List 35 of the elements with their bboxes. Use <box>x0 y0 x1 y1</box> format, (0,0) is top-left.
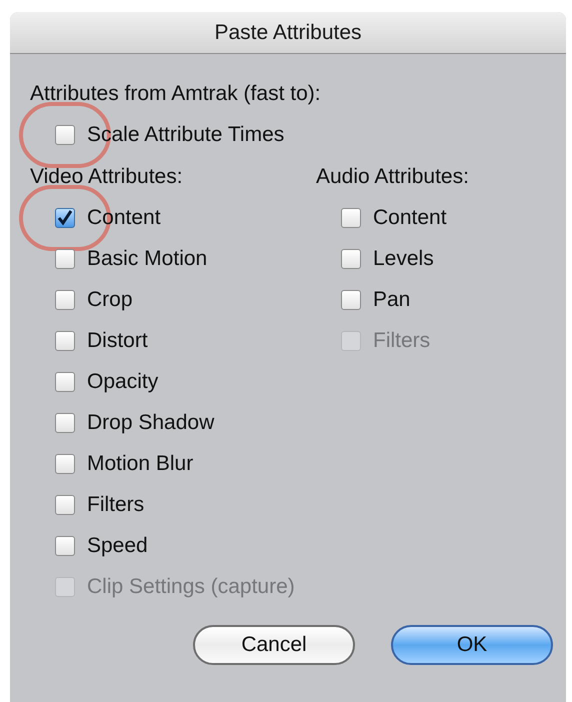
checkbox-label: Scale Attribute Times <box>87 122 284 148</box>
checkbox-label: Pan <box>373 286 410 313</box>
section-heading: Audio Attributes: <box>316 164 469 190</box>
checkbox[interactable] <box>341 290 361 310</box>
checkbox-label: Filters <box>373 328 430 354</box>
checkbox-label: Motion Blur <box>87 450 194 477</box>
checkbox-label: Opacity <box>87 368 158 395</box>
dialog-button[interactable]: Cancel <box>193 625 355 665</box>
checkbox-label: Distort <box>87 328 148 354</box>
checkbox-label: Crop <box>87 286 133 313</box>
checkbox[interactable] <box>341 248 361 268</box>
checkbox-label: Basic Motion <box>87 246 208 272</box>
checkbox-label: Drop Shadow <box>87 410 214 436</box>
checkbox[interactable] <box>55 372 75 392</box>
checkbox[interactable] <box>55 330 75 350</box>
checkbox[interactable] <box>55 494 75 514</box>
section-label: Attributes from Amtrak (fast to): <box>30 81 321 107</box>
checkbox[interactable] <box>341 208 361 228</box>
window-title: Paste Attributes <box>214 20 362 46</box>
checkbox-label: Speed <box>87 532 148 559</box>
checkbox-label: Filters <box>87 492 144 518</box>
checkbox[interactable] <box>55 536 75 556</box>
dialog-button[interactable]: OK <box>391 625 553 665</box>
checkmark-icon <box>57 210 73 226</box>
checkbox-label: Content <box>373 204 447 231</box>
checkbox[interactable] <box>55 290 75 310</box>
checkbox[interactable] <box>55 454 75 474</box>
checkbox-label: Levels <box>373 246 434 272</box>
checkbox[interactable] <box>55 248 75 268</box>
checkbox[interactable] <box>55 124 75 144</box>
checkbox-label: Clip Settings (capture) <box>87 574 295 600</box>
checkbox[interactable] <box>55 412 75 432</box>
section-heading: Video Attributes: <box>30 164 184 190</box>
checkbox[interactable] <box>55 208 75 228</box>
checkbox-label: Content <box>87 204 161 231</box>
